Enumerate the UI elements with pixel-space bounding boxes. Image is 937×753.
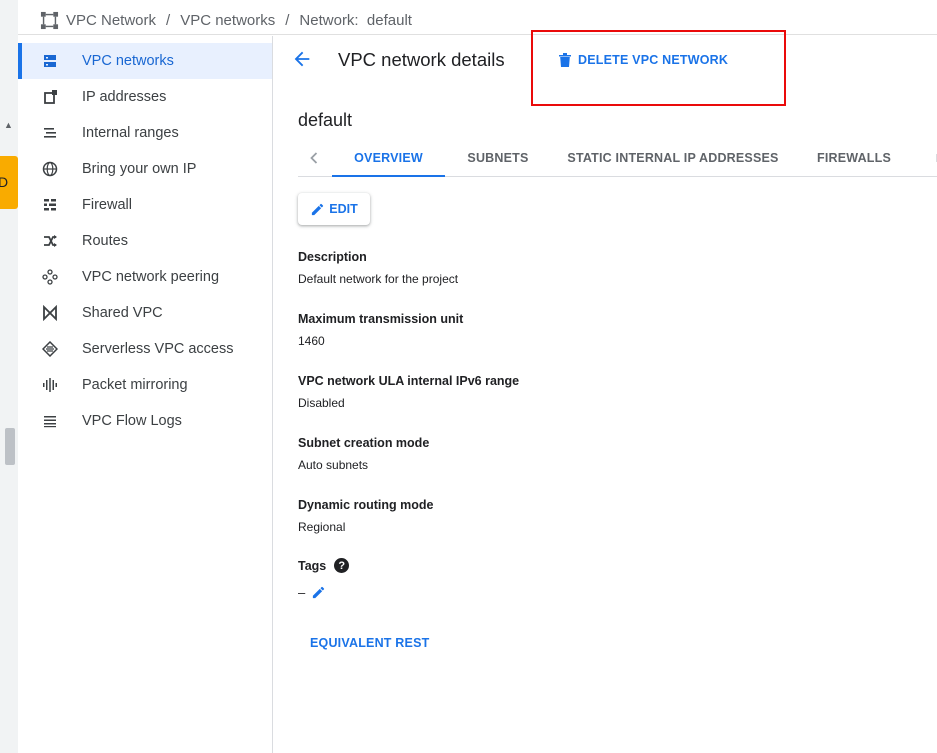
network-name: default xyxy=(298,110,353,130)
firewall-icon xyxy=(40,195,60,215)
sidebar-item-vpc-flow-logs[interactable]: VPC Flow Logs xyxy=(18,403,272,439)
scrollbar-thumb[interactable] xyxy=(5,428,15,465)
breadcrumb-vpc-network[interactable]: VPC Network xyxy=(66,12,156,29)
routes-icon xyxy=(40,231,60,251)
mtu-value: 1460 xyxy=(298,334,325,348)
tab-static-internal-ip-addresses[interactable]: STATIC INTERNAL IP ADDRESSES xyxy=(560,140,786,176)
tags-label: Tags xyxy=(298,558,327,573)
main-content: VPC network details DELETE VPC NETWORK d… xyxy=(274,30,937,753)
sidebar-item-label: VPC Flow Logs xyxy=(82,413,182,429)
sidebar-item-ip-addresses[interactable]: IP addresses xyxy=(18,79,272,115)
side-toast-text: D xyxy=(0,174,9,190)
edit-button[interactable]: EDIT xyxy=(298,193,370,225)
tags-value: – xyxy=(298,585,306,600)
tags-header: Tags ? xyxy=(298,558,350,573)
side-toast[interactable]: D xyxy=(0,156,18,209)
breadcrumb-bar: VPC Network / VPC networks / Network: de… xyxy=(18,0,937,35)
dynamic-routing-mode-value: Regional xyxy=(298,520,346,534)
sidebar-item-label: VPC network peering xyxy=(82,269,220,285)
sidebar-item-internal-ranges[interactable]: Internal ranges xyxy=(18,115,272,151)
packet-mirroring-icon xyxy=(40,375,60,395)
breadcrumb-separator: / xyxy=(285,12,290,29)
subnet-creation-mode-value: Auto subnets xyxy=(298,458,369,472)
scroll-up-arrow-icon[interactable]: ▲ xyxy=(4,120,13,130)
description-value: Default network for the project xyxy=(298,272,459,286)
sidebar-item-vpc-networks[interactable]: VPC networks xyxy=(18,43,272,79)
sidebar-item-shared-vpc[interactable]: Shared VPC xyxy=(18,295,272,331)
trash-icon xyxy=(559,53,571,67)
ula-range-value: Disabled xyxy=(298,396,345,410)
mtu-label: Maximum transmission unit xyxy=(298,312,464,326)
tab-bar: OVERVIEW SUBNETS STATIC INTERNAL IP ADDR… xyxy=(298,140,937,177)
tags-value-row: – xyxy=(298,585,326,600)
sidebar-item-label: Serverless VPC access xyxy=(82,341,234,357)
edit-label: EDIT xyxy=(329,202,358,216)
edit-tags-pencil-icon[interactable] xyxy=(311,585,326,600)
sidebar-item-firewall[interactable]: Firewall xyxy=(18,187,272,223)
tab-firewalls[interactable]: FIREWALLS xyxy=(804,140,904,176)
tab-subnets[interactable]: SUBNETS xyxy=(454,140,542,176)
sidebar: VPC networks IP addresses Internal range… xyxy=(18,36,273,753)
ip-addresses-icon xyxy=(40,87,60,107)
sidebar-item-label: Packet mirroring xyxy=(82,377,188,393)
flow-logs-icon xyxy=(40,411,60,431)
description-label: Description xyxy=(298,250,367,264)
tab-overview[interactable]: OVERVIEW xyxy=(332,140,445,177)
back-arrow-icon[interactable] xyxy=(291,48,313,70)
breadcrumb-vpc-networks[interactable]: VPC networks xyxy=(180,12,275,29)
sidebar-item-label: Firewall xyxy=(82,197,132,213)
breadcrumb: VPC Network / VPC networks / Network: de… xyxy=(40,11,412,30)
peering-icon xyxy=(40,267,60,287)
pencil-icon xyxy=(312,203,324,215)
vpc-network-logo-icon xyxy=(40,11,59,30)
sidebar-item-serverless-vpc-access[interactable]: Serverless VPC access xyxy=(18,331,272,367)
breadcrumb-separator: / xyxy=(166,12,171,29)
sidebar-item-vpc-network-peering[interactable]: VPC network peering xyxy=(18,259,272,295)
equivalent-rest-button[interactable]: EQUIVALENT REST xyxy=(310,636,429,650)
vpc-networks-icon xyxy=(40,51,60,71)
sidebar-item-label: Shared VPC xyxy=(82,305,163,321)
sidebar-item-packet-mirroring[interactable]: Packet mirroring xyxy=(18,367,272,403)
sidebar-item-label: Internal ranges xyxy=(82,125,179,141)
shared-vpc-icon xyxy=(40,303,60,323)
internal-ranges-icon xyxy=(40,123,60,143)
sidebar-item-bring-your-own-ip[interactable]: Bring your own IP xyxy=(18,151,272,187)
sidebar-item-label: Routes xyxy=(82,233,128,249)
chevron-left-icon[interactable] xyxy=(304,148,324,168)
serverless-icon xyxy=(40,339,60,359)
sidebar-item-label: VPC networks xyxy=(82,53,174,69)
help-icon[interactable]: ? xyxy=(334,558,350,573)
globe-icon xyxy=(40,159,60,179)
sidebar-item-routes[interactable]: Routes xyxy=(18,223,272,259)
dynamic-routing-mode-label: Dynamic routing mode xyxy=(298,498,434,512)
sidebar-item-label: Bring your own IP xyxy=(82,161,197,177)
page-title: VPC network details xyxy=(338,49,505,70)
browser-edge: ▲ D xyxy=(0,0,18,753)
sidebar-item-label: IP addresses xyxy=(82,89,167,105)
page-root: ▲ D VPC Network / VPC networks / Network… xyxy=(0,0,937,753)
breadcrumb-network-default: Network: default xyxy=(299,12,412,29)
subnet-creation-mode-label: Subnet creation mode xyxy=(298,436,430,450)
delete-vpc-network-label: DELETE VPC NETWORK xyxy=(578,53,729,67)
delete-vpc-network-button[interactable]: DELETE VPC NETWORK xyxy=(558,48,728,72)
ula-range-label: VPC network ULA internal IPv6 range xyxy=(298,374,520,388)
